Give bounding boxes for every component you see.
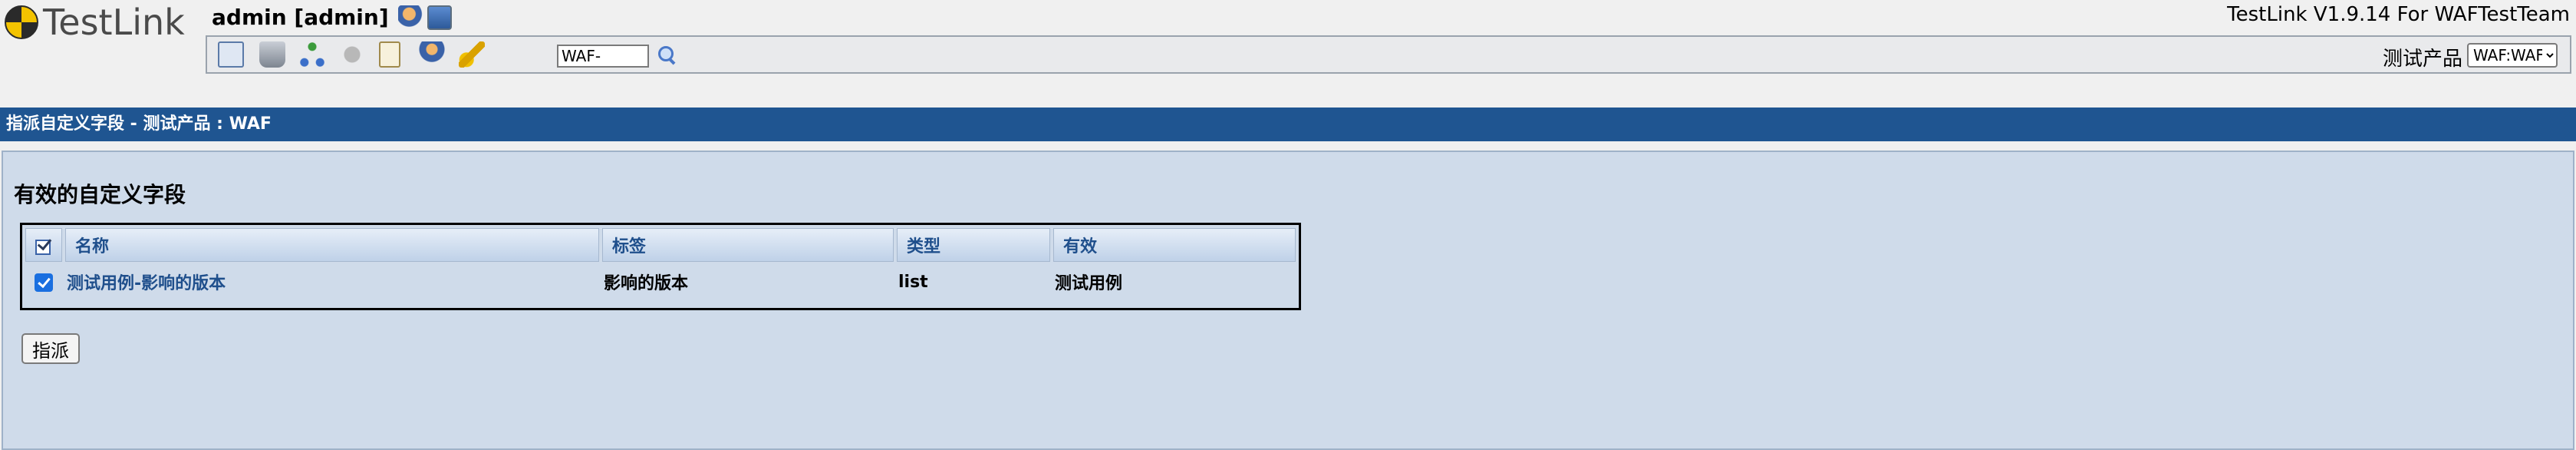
- field-type-cell: list: [898, 272, 928, 292]
- custom-fields-table: 名称 标签 类型 有效 测试用例-影响的版本 影响的版本 list 测试用例: [20, 223, 1301, 310]
- user-name: admin [admin]: [212, 5, 389, 30]
- logout-icon[interactable]: [427, 5, 452, 30]
- testcase-search-input[interactable]: [557, 45, 649, 68]
- events-icon[interactable]: [459, 41, 485, 68]
- column-header-type[interactable]: 类型: [897, 228, 1050, 262]
- user-management-icon[interactable]: [419, 41, 445, 68]
- section-title: 有效的自定义字段: [14, 182, 186, 207]
- page-title-bar: 指派自定义字段 - 测试产品 : WAF: [0, 108, 2576, 141]
- column-header-active[interactable]: 有效: [1053, 228, 1296, 262]
- testlink-logo[interactable]: TestLink: [5, 3, 185, 41]
- table-row: 测试用例-影响的版本 影响的版本 list 测试用例: [25, 265, 1296, 299]
- assign-button[interactable]: 指派: [21, 333, 80, 364]
- logo-text: TestLink: [43, 2, 185, 43]
- column-header-name[interactable]: 名称: [65, 228, 599, 262]
- row-checkbox[interactable]: [34, 273, 53, 292]
- field-label-cell: 影响的版本: [604, 274, 689, 293]
- top-header: TestLink admin [admin] TestLink V1.9.14 …: [0, 0, 2576, 108]
- column-header-label[interactable]: 标签: [602, 228, 894, 262]
- toggle-all-icon[interactable]: [34, 235, 54, 255]
- execute-icon[interactable]: [339, 41, 365, 68]
- reports-icon[interactable]: [379, 41, 400, 68]
- row-checkbox-cell[interactable]: [25, 265, 62, 299]
- user-settings-icon[interactable]: [397, 5, 423, 30]
- toggle-all-header[interactable]: [25, 228, 62, 262]
- user-info: admin [admin]: [212, 5, 452, 30]
- version-text: TestLink V1.9.14 For WAFTestTeam: [2227, 3, 2570, 26]
- home-icon[interactable]: [218, 41, 244, 68]
- field-active-cell: 测试用例: [1055, 274, 1123, 293]
- product-label: 测试产品: [2382, 48, 2462, 71]
- search-icon[interactable]: [655, 43, 678, 66]
- requirements-icon[interactable]: [259, 41, 285, 68]
- test-specification-icon[interactable]: [299, 41, 325, 68]
- main-toolbar: 测试产品 WAF:WAF: [206, 35, 2571, 74]
- product-select[interactable]: WAF:WAF: [2467, 43, 2558, 68]
- logo-mark-icon: [5, 5, 38, 39]
- main-panel: 有效的自定义字段 名称 标签 类型 有效 测试用例-影响的版本 影响的版本 li…: [2, 151, 2574, 450]
- table-header-row: 名称 标签 类型 有效: [25, 228, 1296, 262]
- field-name-link[interactable]: 测试用例-影响的版本: [65, 265, 599, 299]
